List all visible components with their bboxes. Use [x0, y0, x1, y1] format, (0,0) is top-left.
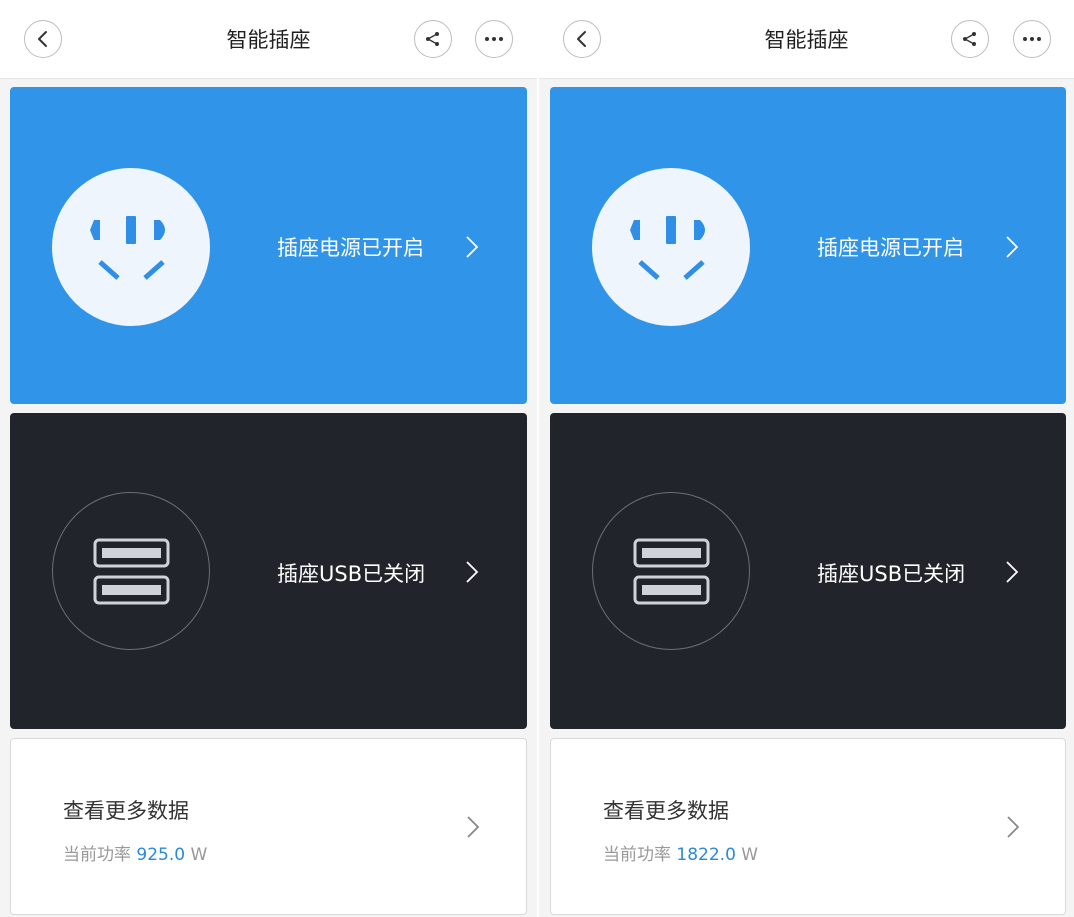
- more-icon: [485, 37, 503, 41]
- top-bar: 智能插座: [539, 0, 1074, 79]
- chevron-right-icon: [466, 236, 479, 258]
- current-power-unit: W: [741, 845, 759, 865]
- chevron-right-icon: [1007, 816, 1020, 838]
- page-title: 智能插座: [226, 28, 311, 52]
- more-button[interactable]: [1013, 20, 1051, 58]
- more-data-card[interactable]: 查看更多数据 当前功率 925.0 W: [10, 738, 527, 915]
- share-button[interactable]: [414, 20, 452, 58]
- more-data-card[interactable]: 查看更多数据 当前功率 1822.0 W: [550, 738, 1066, 915]
- share-button[interactable]: [951, 20, 989, 58]
- current-power-line: 当前功率 1822.0 W: [603, 840, 758, 865]
- back-icon: [38, 31, 47, 47]
- chevron-right-icon: [1006, 236, 1019, 258]
- current-power-unit: W: [190, 845, 208, 865]
- power-switch-card[interactable]: 插座电源已开启: [550, 87, 1066, 404]
- share-icon: [426, 32, 439, 46]
- chevron-right-icon: [466, 561, 479, 583]
- current-power-label: 当前功率: [63, 845, 131, 865]
- phone-screen-left: 智能插座 插座电源已开启 插座USB已关闭 查看更多数据 当前功率 925.0 …: [0, 0, 537, 917]
- usb-switch-card[interactable]: 插座USB已关闭: [550, 413, 1066, 729]
- power-icon-circle: [592, 168, 750, 326]
- back-button[interactable]: [563, 20, 601, 58]
- chevron-right-icon: [1006, 561, 1019, 583]
- more-data-title: 查看更多数据: [603, 799, 729, 823]
- back-icon: [577, 31, 586, 47]
- more-icon: [1023, 37, 1041, 41]
- current-power-label: 当前功率: [603, 845, 671, 865]
- usb-switch-card[interactable]: 插座USB已关闭: [10, 413, 527, 729]
- power-status-label: 插座电源已开启: [817, 236, 964, 260]
- phone-screen-right: 智能插座 插座电源已开启 插座USB已关闭 查看更多数据 当前功率 1822.0…: [537, 0, 1074, 917]
- usb-port-icon: [93, 538, 170, 605]
- page-title: 智能插座: [764, 28, 849, 52]
- back-button[interactable]: [24, 20, 62, 58]
- power-switch-card[interactable]: 插座电源已开启: [10, 87, 527, 404]
- current-power-value: 925.0: [136, 845, 186, 865]
- share-icon: [963, 32, 976, 46]
- usb-icon-circle: [52, 492, 210, 650]
- chevron-right-icon: [467, 816, 480, 838]
- current-power-line: 当前功率 925.0 W: [63, 840, 207, 865]
- current-power-value: 1822.0: [676, 845, 736, 865]
- top-bar: 智能插座: [0, 0, 537, 79]
- usb-icon-circle: [592, 492, 750, 650]
- power-icon-circle: [52, 168, 210, 326]
- power-socket-icon: [630, 216, 705, 280]
- power-socket-icon: [90, 216, 165, 280]
- more-button[interactable]: [475, 20, 513, 58]
- power-status-label: 插座电源已开启: [277, 236, 424, 260]
- usb-status-label: 插座USB已关闭: [277, 562, 426, 586]
- more-data-title: 查看更多数据: [63, 799, 189, 823]
- usb-status-label: 插座USB已关闭: [817, 562, 966, 586]
- usb-port-icon: [633, 538, 710, 605]
